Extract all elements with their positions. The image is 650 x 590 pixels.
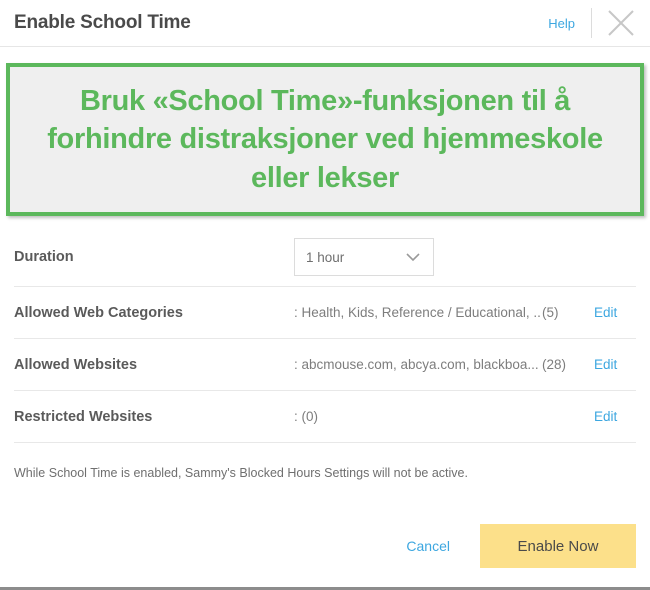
- promo-banner: Bruk «School Time»-funksjonen til å forh…: [6, 63, 644, 216]
- table-row: Allowed Websites : abcmouse.com, abcya.c…: [14, 339, 636, 391]
- setting-label: Allowed Websites: [14, 356, 138, 373]
- cancel-button[interactable]: Cancel: [406, 538, 450, 554]
- dialog-header: Enable School Time Help: [0, 0, 650, 47]
- setting-value: : Health, Kids, Reference / Educational,…: [294, 305, 542, 320]
- dialog-body: Duration 1 hour Allowed Web Categories :…: [0, 228, 650, 443]
- duration-row: Duration 1 hour: [14, 228, 636, 287]
- table-row: Allowed Web Categories : Health, Kids, R…: [14, 287, 636, 339]
- table-row: Restricted Websites : (0) Edit: [14, 391, 636, 443]
- header-actions: Help: [532, 0, 650, 46]
- enable-school-time-dialog: Enable School Time Help Bruk «School Tim…: [0, 0, 650, 590]
- setting-count: (5): [542, 305, 559, 320]
- chevron-down-icon: [406, 252, 420, 262]
- setting-label: Allowed Web Categories: [14, 304, 183, 321]
- close-button[interactable]: [592, 0, 650, 46]
- duration-label: Duration: [14, 249, 74, 265]
- setting-count: (28): [542, 357, 567, 372]
- setting-value: : (0): [294, 409, 319, 424]
- close-icon: [606, 8, 636, 38]
- setting-value: : abcmouse.com, abcya.com, blackboa...: [294, 357, 539, 372]
- help-link[interactable]: Help: [532, 16, 591, 31]
- page-title: Enable School Time: [14, 12, 191, 33]
- edit-link[interactable]: Edit: [594, 409, 636, 424]
- edit-link[interactable]: Edit: [594, 305, 636, 320]
- dialog-footer: Cancel Enable Now: [0, 517, 650, 575]
- duration-selected-value: 1 hour: [306, 249, 345, 265]
- enable-now-button[interactable]: Enable Now: [480, 524, 636, 568]
- setting-label: Restricted Websites: [14, 408, 153, 425]
- status-note: While School Time is enabled, Sammy's Bl…: [14, 466, 468, 480]
- edit-link[interactable]: Edit: [594, 357, 636, 372]
- promo-banner-text: Bruk «School Time»-funksjonen til å forh…: [47, 84, 603, 194]
- duration-select[interactable]: 1 hour: [294, 238, 434, 276]
